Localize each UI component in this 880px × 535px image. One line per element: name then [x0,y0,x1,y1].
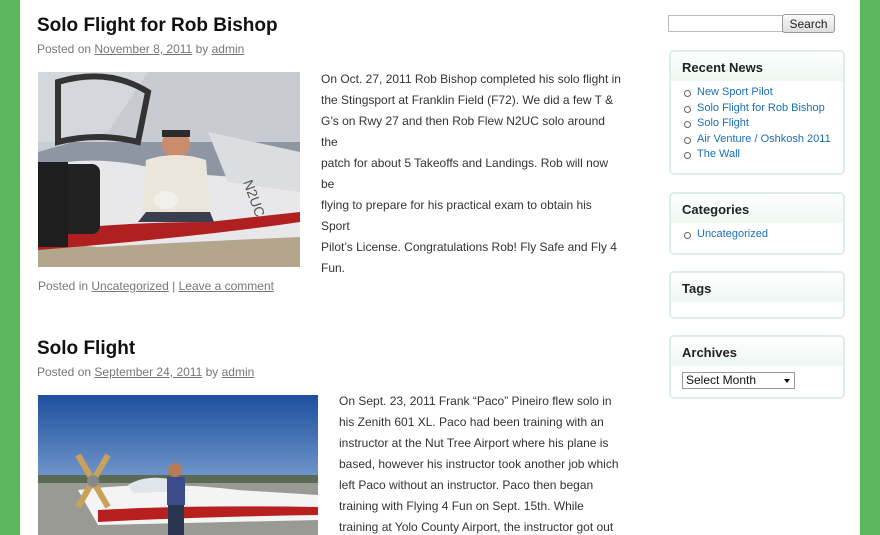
recent-news-link[interactable]: New Sport Pilot [697,86,773,98]
categories-list: Uncategorized [671,227,843,249]
posted-on-label: Posted on [37,42,92,56]
body-line: Fun. [321,261,346,275]
list-item: Uncategorized [684,227,843,243]
list-item: Air Venture / Oshkosh 2011 [684,132,843,148]
tags-widget: Tags [669,271,845,319]
select-value: Select Month [686,373,757,387]
search-button[interactable]: Search [782,14,835,33]
post-article: Solo Flight Posted on September 24, 2011… [37,337,254,379]
list-item: Solo Flight [684,116,843,132]
post-meta: Posted on November 8, 2011 by admin [37,42,278,56]
by-label: by [205,365,219,379]
list-item: The Wall [684,147,843,163]
body-line: G’s on Rwy 27 and then Rob Flew N2UC sol… [321,114,605,149]
author-link[interactable]: admin [222,365,255,379]
body-line: left Paco without an instructor. Paco th… [339,478,594,492]
post-date-link[interactable]: November 8, 2011 [94,42,192,56]
recent-news-link[interactable]: The Wall [697,148,740,160]
body-line: training with Flying 4 Fun on Sept. 15th… [339,499,584,513]
list-item: Solo Flight for Rob Bishop [684,101,843,117]
bullet-icon [684,121,691,128]
recent-news-link[interactable]: Air Venture / Oshkosh 2011 [697,133,831,145]
leave-comment-link[interactable]: Leave a comment [179,279,274,293]
chevron-down-icon [784,379,790,383]
bullet-icon [684,136,691,144]
recent-news-link[interactable]: Solo Flight for Rob Bishop [697,102,825,114]
body-line: patch for about 5 Takeoffs and Landings.… [321,156,609,191]
archives-select[interactable]: Select Month [682,372,795,389]
recent-news-link[interactable]: Solo Flight [697,117,749,129]
posted-on-label: Posted on [37,365,92,379]
post-title-link[interactable]: Solo Flight [37,337,254,361]
bullet-icon [684,232,691,239]
list-item: New Sport Pilot [684,85,843,101]
widget-title: Tags [671,273,843,302]
categories-widget: Categories Uncategorized [669,192,845,255]
body-line: based, however his instructor took anoth… [339,457,619,471]
page-content: Solo Flight for Rob Bishop Posted on Nov… [20,0,860,535]
category-link[interactable]: Uncategorized [697,228,768,240]
post-article: Solo Flight for Rob Bishop Posted on Nov… [37,14,278,56]
body-line: flying to prepare for his practical exam… [321,198,592,233]
body-line: instructor at the Nut Tree Airport where… [339,436,609,450]
post-photo-rob-bishop: N2UC [38,72,300,267]
footer-separator: | [172,279,176,293]
bullet-icon [684,90,691,97]
body-line: training at Yolo County Airport, the ins… [339,520,614,534]
post-footer: Posted in Uncategorized | Leave a commen… [38,279,274,293]
body-line: On Oct. 27, 2011 Rob Bishop completed hi… [321,72,621,86]
post-photo-paco [38,395,318,535]
by-label: by [195,42,209,56]
post-meta: Posted on September 24, 2011 by admin [37,365,254,379]
body-line: his Zenith 601 XL. Paco had been trainin… [339,415,604,429]
bullet-icon [684,105,691,113]
category-link[interactable]: Uncategorized [91,279,168,293]
post-body: On Oct. 27, 2011 Rob Bishop completed hi… [321,69,621,279]
widget-title: Recent News [671,52,843,81]
recent-news-list: New Sport Pilot Solo Flight for Rob Bish… [671,85,843,169]
body-line: the Stingsport at Franklin Field (F72). … [321,93,614,107]
widget-title: Categories [671,194,843,223]
posted-in-label: Posted in [38,279,89,293]
widget-title: Archives [671,337,843,366]
body-line: Pilot’s License. Congratulations Rob! Fl… [321,240,617,254]
archives-widget: Archives Select Month [669,335,845,399]
recent-news-widget: Recent News New Sport Pilot Solo Flight … [669,50,845,175]
post-body: On Sept. 23, 2011 Frank “Paco” Pineiro f… [339,391,629,535]
post-date-link[interactable]: September 24, 2011 [94,365,202,379]
author-link[interactable]: admin [212,42,245,56]
bullet-icon [684,152,691,159]
post-title-link[interactable]: Solo Flight for Rob Bishop [37,14,278,38]
body-line: On Sept. 23, 2011 Frank “Paco” Pineiro f… [339,394,612,408]
